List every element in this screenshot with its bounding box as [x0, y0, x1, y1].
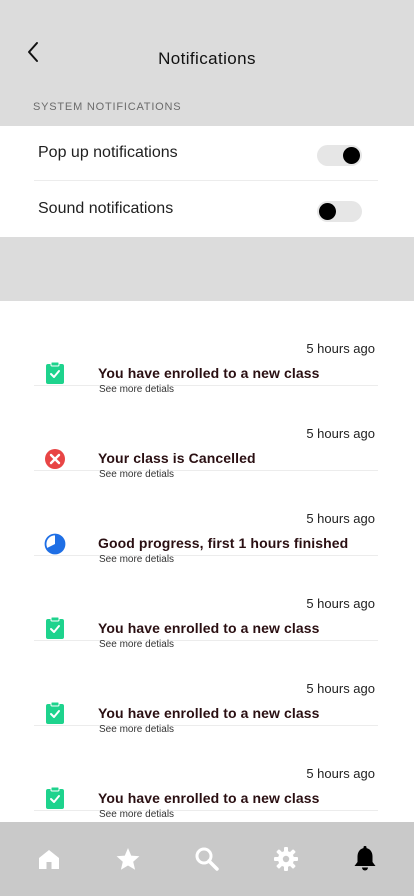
- notification-title: Your class is Cancelled: [98, 450, 256, 466]
- divider-band: [0, 237, 414, 301]
- notification-title: You have enrolled to a new class: [98, 365, 320, 381]
- notification-time: 5 hours ago: [306, 681, 375, 696]
- setting-row-sound: Sound notifications: [34, 182, 378, 237]
- notification-item[interactable]: 5 hours ago You have enrolled to a new c…: [34, 556, 378, 650]
- setting-label: Sound notifications: [38, 200, 174, 217]
- see-details-link[interactable]: See more detials: [99, 809, 174, 820]
- notification-item[interactable]: 5 hours ago Good progress, first 1 hours…: [34, 471, 378, 565]
- page-title: Notifications: [158, 49, 256, 68]
- clipboard-check-icon: [46, 361, 64, 384]
- notification-time: 5 hours ago: [306, 511, 375, 526]
- clipboard-check-icon: [46, 786, 64, 809]
- notification-title: You have enrolled to a new class: [98, 620, 320, 636]
- notification-list[interactable]: 5 hours ago You have enrolled to a new c…: [0, 301, 414, 822]
- notification-item[interactable]: 5 hours ago Your class is Cancelled See …: [34, 386, 378, 480]
- setting-row-popup: Pop up notifications: [34, 126, 378, 181]
- clipboard-check-icon: [46, 701, 64, 724]
- notification-title: Good progress, first 1 hours finished: [98, 535, 349, 551]
- notification-item[interactable]: 5 hours ago You have enrolled to a new c…: [34, 726, 378, 820]
- star-icon[interactable]: [113, 844, 143, 874]
- system-settings: Pop up notifications Sound notifications: [0, 126, 414, 237]
- progress-pie-icon: [44, 533, 66, 555]
- bottom-tab-bar: [0, 822, 414, 896]
- toggle-knob: [319, 203, 336, 220]
- section-label: SYSTEM NOTIFICATIONS: [33, 101, 182, 113]
- header: Notifications SYSTEM NOTIFICATIONS: [0, 0, 414, 126]
- toggle-knob: [343, 147, 360, 164]
- notification-title: You have enrolled to a new class: [98, 790, 320, 806]
- home-icon[interactable]: [34, 844, 64, 874]
- sound-toggle[interactable]: [317, 201, 362, 222]
- bell-icon[interactable]: [350, 844, 380, 874]
- gear-icon[interactable]: [271, 844, 301, 874]
- notification-time: 5 hours ago: [306, 341, 375, 356]
- setting-label: Pop up notifications: [38, 144, 178, 161]
- notification-time: 5 hours ago: [306, 426, 375, 441]
- notification-title: You have enrolled to a new class: [98, 705, 320, 721]
- clipboard-check-icon: [46, 616, 64, 639]
- search-icon[interactable]: [192, 844, 222, 874]
- popup-toggle[interactable]: [317, 145, 362, 166]
- cancel-circle-icon: [45, 449, 65, 469]
- notification-time: 5 hours ago: [306, 596, 375, 611]
- notification-time: 5 hours ago: [306, 766, 375, 781]
- notification-item[interactable]: 5 hours ago You have enrolled to a new c…: [34, 641, 378, 735]
- notification-item[interactable]: 5 hours ago You have enrolled to a new c…: [34, 301, 378, 395]
